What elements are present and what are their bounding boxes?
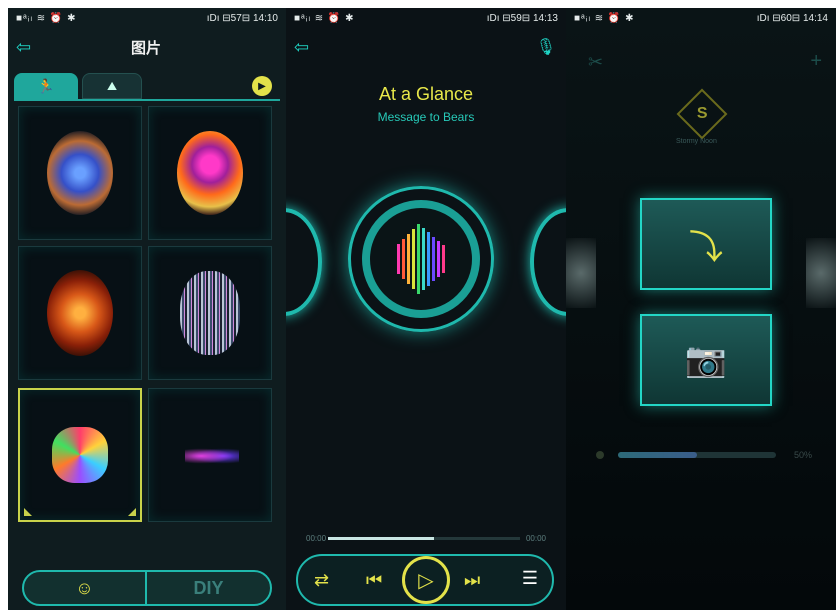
figure-right <box>806 238 836 308</box>
running-man-icon: 🏃 <box>37 77 55 94</box>
wings-image <box>185 447 239 465</box>
diy-label: DIY <box>193 577 224 598</box>
prev-disc[interactable] <box>286 208 322 316</box>
progress-label: 50% <box>794 450 813 460</box>
tab-image[interactable]: ⛰ <box>82 73 142 99</box>
landscape-image-icon: ⛰ <box>106 78 118 93</box>
tab-animation[interactable]: 🏃 <box>14 73 78 99</box>
arrow-back-icon[interactable]: ⇦ <box>294 37 309 58</box>
repeat-icon[interactable]: ⇄ <box>314 570 329 591</box>
song-title: At a Glance <box>378 84 474 104</box>
status-right: ıDı ⊟59⊟ 14:13 <box>486 12 558 24</box>
grid-item[interactable] <box>148 246 272 380</box>
mandala-image <box>52 427 108 483</box>
status-left: ■ᵃᵢₗ ≋ ⏰ ✱ <box>16 12 77 24</box>
image-gallery-screen: ■ᵃᵢₗ ≋ ⏰ ✱ ıDı ⊟57⊟ 14:10 ⇦ 图片 🏃 ⛰ ▶ ☺ D… <box>8 8 286 610</box>
progress-track[interactable] <box>328 537 520 540</box>
thermal-mask <box>177 131 243 215</box>
microphone-icon[interactable]: 🎙 <box>536 37 556 57</box>
grid-item[interactable] <box>18 106 142 240</box>
grid-item[interactable] <box>148 106 272 240</box>
status-right: ıDı ⊟57⊟ 14:10 <box>206 12 278 24</box>
playlist-icon[interactable]: ☰ <box>522 568 538 589</box>
download-tray-icon: ⤵ <box>689 228 723 267</box>
corner-mark <box>128 508 136 516</box>
status-right: ıDı ⊟60⊟ 14:14 <box>756 12 828 24</box>
page-title: 图片 <box>131 39 162 57</box>
play-button[interactable]: ▷ <box>402 556 450 604</box>
camera-icon: 📷 <box>684 341 728 379</box>
figure-left <box>566 238 596 308</box>
waveform-mask <box>180 271 240 355</box>
grid-item-selected[interactable] <box>18 388 142 522</box>
play-icon[interactable]: ▶ <box>252 76 272 96</box>
time-end: 00:00 <box>525 534 546 543</box>
corner-mark <box>24 508 32 516</box>
tab-underline <box>14 99 280 101</box>
visualizer-disc <box>348 186 494 332</box>
arrow-back-icon[interactable]: ⇦ <box>16 37 31 58</box>
progress-fill <box>328 537 434 540</box>
logo: S <box>676 88 728 140</box>
logo-text: Stormy Noon <box>676 138 717 145</box>
tools-icon[interactable]: ✂ <box>588 52 603 73</box>
status-bar: ■ᵃᵢₗ ≋ ⏰ ✱ ıDı ⊟59⊟ 14:13 <box>286 8 566 28</box>
diy-button[interactable]: DIY <box>147 572 270 604</box>
blue-flame-mask <box>47 131 113 215</box>
import-button[interactable]: ⤵ <box>640 198 772 290</box>
progress-dot <box>596 451 604 459</box>
visualizer <box>362 200 480 318</box>
playback-controls: ⇄ ⏮ ▷ ⏭ ☰ <box>296 554 554 606</box>
top-bar: ⇦ 图片 <box>8 32 286 62</box>
fire-mask <box>47 270 113 356</box>
home-screen: ■ᵃᵢₗ ≋ ⏰ ✱ ıDı ⊟60⊟ 14:14 ✂ + S Stormy N… <box>566 8 836 610</box>
grid-item[interactable] <box>148 388 272 522</box>
theater-mask-icon: ☺ <box>75 577 94 598</box>
plus-icon[interactable]: + <box>810 50 822 73</box>
skip-previous-icon[interactable]: ⏮ <box>366 570 382 591</box>
next-disc[interactable] <box>530 208 566 316</box>
status-left: ■ᵃᵢₗ ≋ ⏰ ✱ <box>294 12 355 24</box>
status-left: ■ᵃᵢₗ ≋ ⏰ ✱ <box>574 12 635 24</box>
status-bar: ■ᵃᵢₗ ≋ ⏰ ✱ ıDı ⊟57⊟ 14:10 <box>8 8 286 28</box>
progress-fill <box>618 452 697 458</box>
time-start: 00:00 <box>306 534 327 543</box>
logo-mark: S <box>696 104 708 122</box>
top-bar: ⇦ 🎙 <box>286 32 566 62</box>
status-bar: ■ᵃᵢₗ ≋ ⏰ ✱ ıDı ⊟60⊟ 14:14 <box>566 8 836 28</box>
mask-button[interactable]: ☺ <box>24 572 147 604</box>
skip-next-icon[interactable]: ⏭ <box>464 570 480 591</box>
artist-name: Message to Bears <box>377 110 475 124</box>
progress-track <box>618 452 776 458</box>
grid-item[interactable] <box>18 246 142 380</box>
bottom-bar: ☺ DIY <box>22 570 272 606</box>
music-player-screen: ■ᵃᵢₗ ≋ ⏰ ✱ ıDı ⊟59⊟ 14:13 ⇦ 🎙 At a Glanc… <box>286 8 566 610</box>
camera-button[interactable]: 📷 <box>640 314 772 406</box>
play-icon: ▷ <box>418 569 434 592</box>
